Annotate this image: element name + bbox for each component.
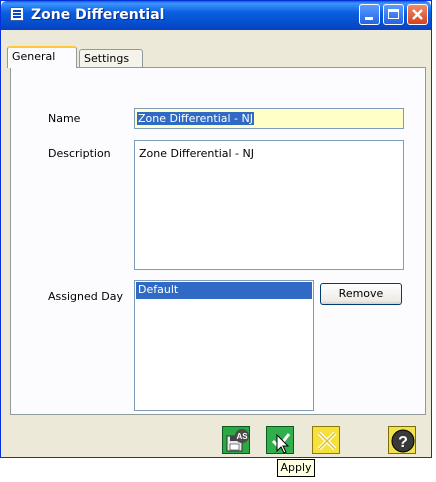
description-field[interactable]: Zone Differential - NJ (134, 140, 404, 270)
help-icon: ? (391, 429, 415, 453)
cancel-button[interactable] (312, 426, 340, 454)
assigned-day-list[interactable]: Default (134, 280, 314, 411)
assigned-day-label: Assigned Day (48, 290, 123, 303)
remove-button[interactable]: Remove (320, 283, 402, 305)
name-field-value: Zone Differential - NJ (137, 112, 254, 125)
minimize-button[interactable] (359, 4, 380, 25)
close-button[interactable] (407, 4, 428, 25)
apply-tooltip: Apply (277, 459, 315, 477)
maximize-button[interactable] (383, 4, 404, 25)
save-as-icon: AS (226, 429, 249, 452)
tab-general[interactable]: General (7, 46, 77, 68)
tab-settings[interactable]: Settings (79, 49, 143, 67)
close-icon (412, 9, 423, 20)
list-item[interactable]: Default (136, 282, 312, 299)
window-app-icon (10, 7, 24, 21)
svg-text:?: ? (398, 434, 408, 451)
save-as-badge: AS (236, 432, 248, 441)
title-bar[interactable]: Zone Differential (1, 1, 431, 30)
window-title: Zone Differential (31, 7, 165, 23)
name-field[interactable]: Zone Differential - NJ (134, 108, 404, 129)
save-as-button[interactable]: AS (222, 426, 250, 454)
help-button[interactable]: ? (388, 426, 416, 454)
apply-icon (271, 433, 291, 454)
apply-button[interactable] (266, 426, 294, 454)
bottom-toolbar: AS ? (8, 422, 426, 456)
cancel-icon (317, 431, 337, 451)
description-label: Description (48, 147, 111, 160)
name-label: Name (48, 112, 81, 125)
